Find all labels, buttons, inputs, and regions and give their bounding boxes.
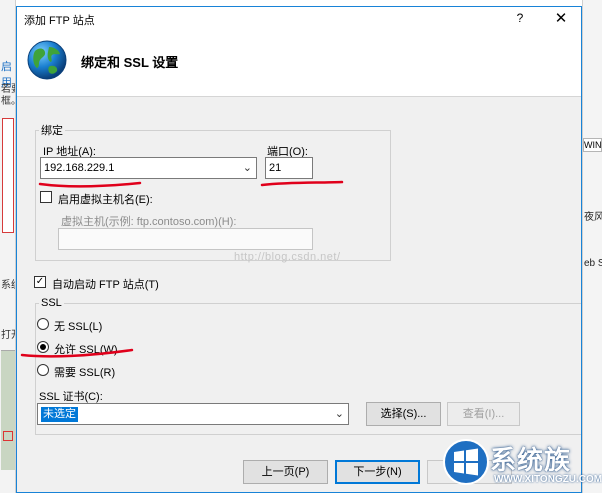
- help-button[interactable]: ?: [512, 11, 528, 25]
- background-left-text-5: 打开: [1, 330, 15, 341]
- page-heading: 绑定和 SSL 设置: [81, 55, 179, 70]
- require-ssl-label: 需要 SSL(R): [54, 367, 116, 379]
- globe-icon: [27, 40, 67, 80]
- no-ssl-label: 无 SSL(L): [54, 321, 103, 333]
- virtual-host-checkbox[interactable]: [40, 191, 52, 203]
- select-certificate-button[interactable]: 选择(S)...: [366, 402, 441, 426]
- logo-url: WWW.XITONGZU.COM: [494, 474, 602, 485]
- check-icon: ✓: [35, 276, 45, 287]
- autostart-label: 自动启动 FTP 站点(T): [52, 279, 159, 291]
- watermark-url: http://blog.csdn.net/: [234, 251, 341, 263]
- dialog-title: 添加 FTP 站点: [24, 15, 95, 27]
- background-left-text-4: 系统: [1, 280, 15, 291]
- virtual-host-checkbox-label: 启用虚拟主机名(E):: [58, 194, 153, 206]
- ssl-certificate-combo[interactable]: 未选定 ⌄: [37, 403, 349, 425]
- background-right-text-2: 夜风: [584, 212, 602, 223]
- background-right-text-1: WIN: [583, 138, 602, 152]
- chevron-down-icon: ⌄: [334, 408, 344, 420]
- dialog-header: 绑定和 SSL 设置: [17, 31, 581, 97]
- port-input[interactable]: 21: [265, 157, 313, 179]
- allow-ssl-label: 允许 SSL(W): [54, 344, 118, 356]
- background-left-text-3: 框。: [1, 96, 15, 107]
- background-left-text-1: 启用: [1, 61, 12, 89]
- view-certificate-button[interactable]: 查看(I)...: [447, 402, 520, 426]
- close-button[interactable]: ✕: [551, 9, 571, 27]
- previous-button[interactable]: 上一页(P): [243, 460, 328, 484]
- background-left-thumbnail: [1, 350, 15, 470]
- ssl-certificate-label: SSL 证书(C):: [39, 391, 103, 403]
- next-button[interactable]: 下一步(N): [335, 460, 420, 484]
- no-ssl-radio[interactable]: [37, 318, 49, 330]
- virtual-host-input[interactable]: [58, 228, 313, 250]
- background-left-red-box: [2, 118, 14, 233]
- ssl-certificate-value: 未选定: [41, 407, 78, 422]
- background-right-panel: [582, 0, 602, 493]
- dialog-titlebar: 添加 FTP 站点 ? ✕: [17, 7, 581, 31]
- ip-address-value: 192.168.229.1: [44, 162, 115, 174]
- chevron-down-icon: ⌄: [242, 162, 252, 174]
- ip-address-combo[interactable]: 192.168.229.1 ⌄: [40, 157, 257, 179]
- ssl-group-label: SSL: [39, 297, 64, 309]
- logo-name: 系统族: [490, 445, 572, 475]
- require-ssl-radio[interactable]: [37, 364, 49, 376]
- port-value: 21: [269, 162, 282, 174]
- background-right-text-3: eb S: [584, 258, 602, 269]
- allow-ssl-radio[interactable]: [37, 341, 49, 353]
- autostart-checkbox[interactable]: ✓: [34, 276, 46, 288]
- add-ftp-site-dialog: 添加 FTP 站点 ? ✕ 绑定和 SSL 设置 绑定 IP 地址(A): 19…: [16, 6, 582, 493]
- windows-logo-icon: [443, 439, 489, 485]
- binding-group-label: 绑定: [39, 122, 65, 138]
- xitongzu-logo: 系统族 WWW.XITONGZU.COM: [440, 432, 602, 493]
- virtual-host-field-label: 虚拟主机(示例: ftp.contoso.com)(H):: [61, 216, 237, 228]
